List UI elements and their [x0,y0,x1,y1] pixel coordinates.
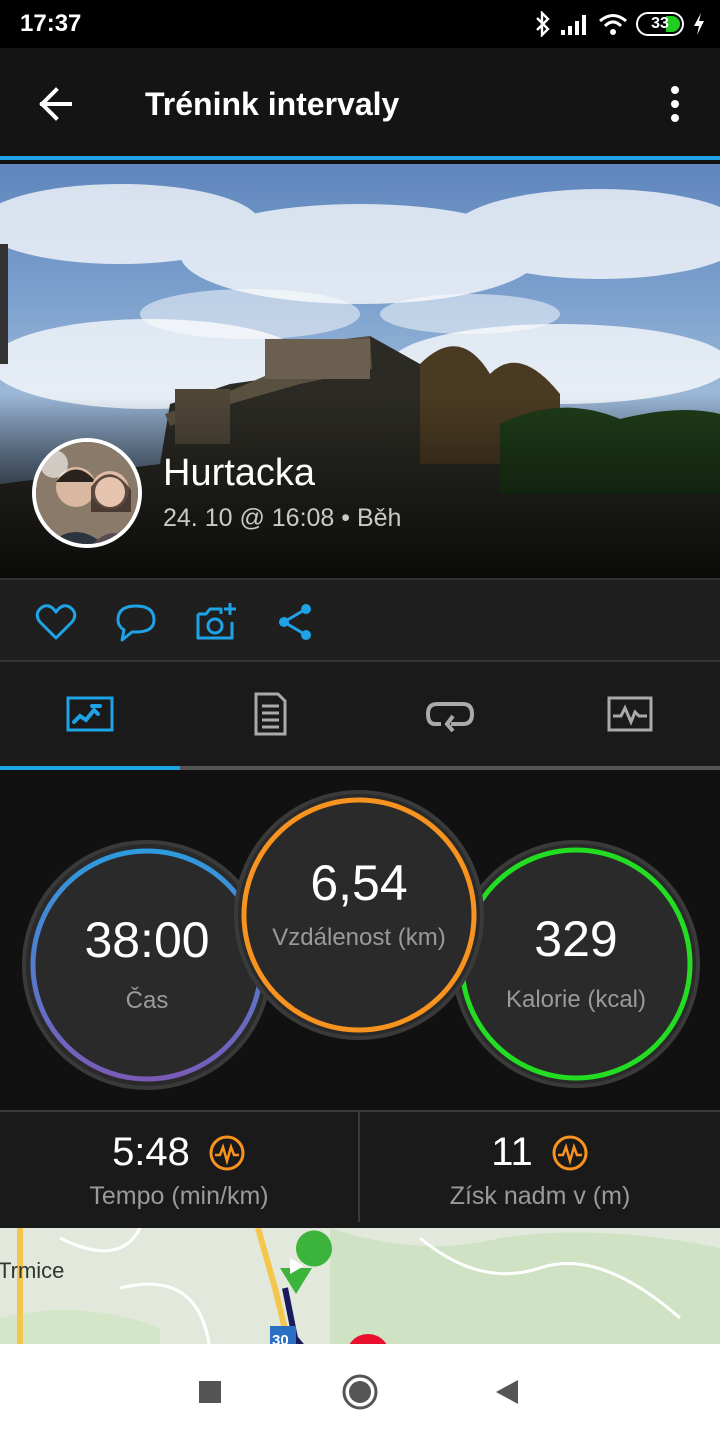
social-actions [0,578,720,662]
wifi-icon [599,14,627,35]
overview-icon [66,696,114,732]
page-title: Trénink intervaly [145,86,400,122]
recents-icon[interactable] [190,1372,230,1412]
route-map[interactable]: Trmice 30 [0,1222,720,1344]
status-icons: 33 [534,10,706,38]
add-photo-icon[interactable] [194,600,238,644]
back-nav-icon[interactable] [488,1372,528,1412]
share-icon[interactable] [274,600,318,644]
activity-tabs [0,662,720,770]
activity-cover-photo[interactable]: Hurtacka 24. 10 @ 16:08 • Běh [0,164,720,578]
tab-details[interactable] [180,662,360,766]
time-value: 38:00 [84,912,210,968]
calories-label: Kalorie (kcal) [505,986,647,1013]
tab-overview[interactable] [0,662,180,766]
home-icon[interactable] [340,1372,380,1412]
details-icon [254,692,287,736]
pace-stat[interactable]: 5:48 Tempo (min/km) [0,1110,360,1222]
charts-icon [607,696,653,732]
system-nav-bar [0,1344,720,1440]
pace-label: Tempo (min/km) [89,1182,269,1210]
tab-charts[interactable] [540,662,720,766]
time-label: Čas [125,987,169,1014]
elevation-stat[interactable]: 11 Získ nadm v (m) [360,1110,720,1222]
activity-meta: 24. 10 @ 16:08 • Běh [163,504,402,532]
more-vert-icon[interactable] [660,84,690,124]
status-bar: 17:37 33 [0,0,720,48]
tab-laps[interactable] [360,662,540,766]
pulse-icon [552,1135,588,1170]
elevation-value: 11 [491,1130,533,1174]
battery-level: 33 [651,15,669,32]
comment-icon[interactable] [114,600,158,644]
elevation-label: Získ nadm v (m) [449,1182,631,1210]
heart-icon[interactable] [34,600,78,644]
avatar[interactable] [32,438,142,548]
summary-stats: 38:00 Čas 329 Kalorie (kcal) 6,54 Vzdále… [0,770,720,1110]
status-time: 17:37 [20,10,82,37]
calories-value: 329 [534,911,618,967]
calories-stat[interactable]: 329 Kalorie (kcal) [452,840,700,1088]
bluetooth-icon [536,11,550,37]
app-bar: Trénink intervaly [0,48,720,160]
battery-icon: 33 [636,12,684,36]
map-tiles [0,1228,720,1344]
charging-icon [694,13,704,35]
distance-ring [241,797,477,1033]
road-number: 30 [272,1332,289,1344]
signal-icon [561,15,586,35]
distance-label: Vzdálenost (km) [272,924,446,951]
pace-value: 5:48 [112,1130,190,1174]
distance-value: 6,54 [310,855,408,911]
pulse-icon [209,1135,245,1170]
laps-icon [425,702,475,732]
activity-name[interactable]: Hurtacka [163,452,315,495]
back-arrow-icon[interactable] [30,82,80,126]
map-town-label: Trmice [0,1258,65,1283]
distance-stat[interactable]: 6,54 Vzdálenost (km) [234,790,484,1040]
